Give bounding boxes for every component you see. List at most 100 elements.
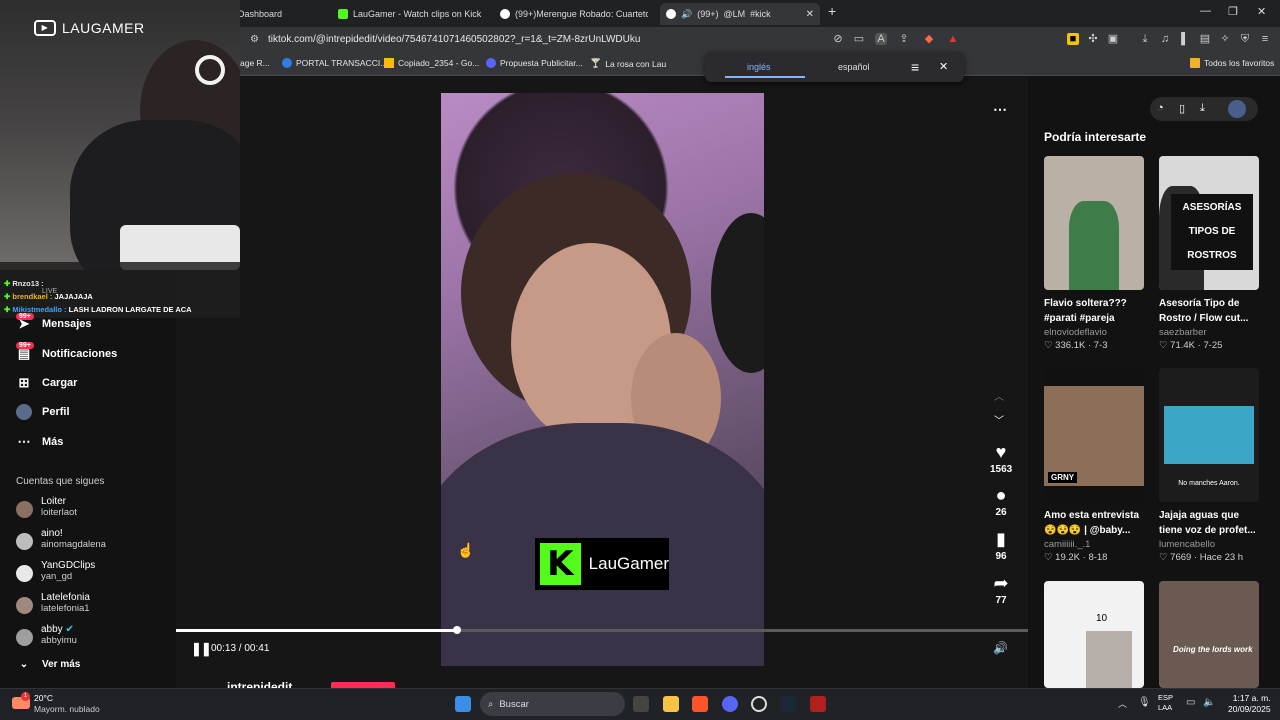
recommend-title: Podría interesarte [1044, 130, 1147, 144]
bookmark-label: PORTAL TRANSACCI... [296, 58, 388, 68]
sidebar-toggle-icon[interactable]: ▌ [1179, 33, 1191, 45]
heart-outline-icon: ♡ [1159, 552, 1168, 563]
card-author: elnoviodeflavio [1044, 327, 1107, 338]
new-tab-button[interactable]: + [828, 3, 836, 19]
nav-messages[interactable]: ➤ Mensajes [16, 316, 92, 332]
recommend-card[interactable]: No manches Aaron. Jajaja aguas que tiene… [1159, 368, 1259, 563]
like-button[interactable]: ♥ 1563 [990, 442, 1012, 475]
tab-merengue[interactable]: (99+)Merengue Robado: Cuarteto Co [500, 3, 648, 25]
bookmark-item[interactable]: PORTAL TRANSACCI... [282, 58, 387, 68]
chevron-down-icon: ⌄ [19, 659, 29, 670]
following-item[interactable]: Loiter loiterlaot [16, 496, 77, 518]
profile-avatar[interactable] [1228, 100, 1246, 118]
see-more-button[interactable]: ⌄ Ver más [16, 659, 81, 670]
following-item[interactable]: aino! ainomagdalena [16, 528, 106, 550]
task-view-icon[interactable] [633, 696, 649, 712]
close-tab-icon[interactable]: ✕ [806, 9, 814, 20]
site-settings-icon[interactable]: ⚙ [250, 34, 259, 45]
close-icon[interactable]: ✕ [939, 60, 948, 73]
file-explorer-icon[interactable] [663, 696, 679, 712]
recommend-card[interactable]: Doing the lords work [1159, 581, 1259, 688]
card-date: 7-3 [1093, 340, 1108, 351]
obs-icon[interactable] [751, 696, 767, 712]
following-item[interactable]: abby ✔ abbyimu [16, 624, 77, 646]
brave-browser-icon[interactable] [692, 696, 708, 712]
pause-icon[interactable]: ❚❚ [191, 641, 212, 657]
vpn-icon[interactable]: ⛨ [1239, 33, 1251, 45]
windows-start-icon[interactable] [455, 696, 471, 712]
share-icon[interactable]: ⇪ [898, 33, 910, 45]
tray-overflow-icon[interactable]: ︿ [1118, 697, 1127, 710]
nav-label: Perfil [42, 406, 70, 418]
steam-icon[interactable] [780, 696, 796, 712]
thumb-caption: 10 [1096, 613, 1108, 624]
following-handle: ainomagdalena [41, 539, 106, 550]
following-item[interactable]: Latelefonia latelefonia1 [16, 592, 90, 614]
music-icon[interactable]: ♫ [1159, 33, 1171, 45]
url-text[interactable]: tiktok.com/@intrepidedit/video/754674107… [268, 34, 640, 45]
media-off-icon[interactable]: ⊘ [832, 33, 844, 45]
chat-user: Rnzo13 : [12, 279, 44, 288]
recommend-card[interactable]: ASESORÍAS TIPOS DE ROSTROS Asesoría Tipo… [1159, 156, 1259, 351]
recommend-card[interactable]: 10 [1044, 581, 1144, 688]
puzzle-icon[interactable]: ✣ [1087, 33, 1099, 45]
weather-widget[interactable]: 20°C Mayorm. nublado [34, 693, 100, 715]
download-icon[interactable]: ⤓ [1139, 33, 1151, 45]
bookmark-item[interactable]: age R... [240, 58, 270, 68]
thumb-caption: ASESORÍAS TIPOS DE ROSTROS [1171, 194, 1253, 270]
network-icon[interactable]: ▭ [1186, 697, 1195, 708]
extension-icon[interactable]: ■ [1067, 33, 1079, 45]
thumb-figure-shape [1086, 631, 1132, 688]
close-window-button[interactable]: ✕ [1257, 5, 1266, 18]
nav-upload[interactable]: ⊞ Cargar [16, 375, 78, 391]
leo-ai-icon[interactable]: ✧ [1219, 33, 1231, 45]
volume-icon[interactable]: 🔊 [993, 641, 1008, 655]
nav-profile[interactable]: Perfil [16, 404, 70, 420]
taskbar-clock[interactable]: 1:17 a. m. 20/09/2025 [1228, 693, 1271, 715]
timer-icon[interactable]: ◔ [1157, 102, 1164, 114]
all-bookmarks[interactable]: Todos los favoritos [1190, 58, 1274, 68]
download-icon[interactable]: ⤓ [1200, 102, 1205, 115]
translate-lang-source[interactable]: inglés [747, 62, 771, 72]
previous-video-icon[interactable]: ︿ [994, 388, 1004, 403]
translate-menu-icon[interactable]: ≡ [911, 59, 919, 75]
weather-badge: 1 [21, 692, 30, 701]
microphone-icon[interactable]: 🎙 [1138, 697, 1151, 708]
translate-lang-target[interactable]: español [838, 62, 870, 72]
save-button[interactable]: ▮ 96 [990, 529, 1012, 562]
recommend-card[interactable]: Flavio soltera??? #parati #pareja elnovi… [1044, 156, 1144, 351]
input-language[interactable]: ESP LAA [1158, 693, 1173, 713]
cast-icon[interactable]: ▭ [853, 33, 865, 45]
nav-more[interactable]: ⋯ Más [16, 434, 64, 450]
heart-icon: ♥ [995, 442, 1007, 462]
progress-fill [176, 629, 458, 632]
tab-laugamer-kick[interactable]: LauGamer - Watch clips on Kick [338, 3, 486, 25]
wallet-icon[interactable]: ▤ [1199, 33, 1211, 45]
maximize-button[interactable]: ❐ [1228, 5, 1238, 18]
menu-icon[interactable]: ≡ [1259, 33, 1271, 45]
share-button[interactable]: ➦ 77 [990, 573, 1012, 606]
speaker-icon[interactable]: 🔈 [1203, 697, 1215, 708]
bookmark-item[interactable]: 🍸 La rosa con Lau [590, 58, 666, 69]
recommend-card[interactable]: GRNY Amo esta entrevista 😵😵😵 | @baby... … [1044, 368, 1144, 563]
dota-icon[interactable] [810, 696, 826, 712]
minimize-button[interactable]: — [1200, 5, 1211, 17]
bookmark-item[interactable]: Propuesta Publicitar... [486, 58, 583, 68]
discord-icon[interactable] [722, 696, 738, 712]
bookmark-item[interactable]: Copiado_2354 - Go... [384, 58, 479, 68]
tab-tiktok-active[interactable]: 🔊 (99+) @LM #kick ✕ [660, 3, 820, 25]
brave-shield-icon[interactable]: ◆ [923, 33, 935, 45]
card-author: lumencabello [1159, 539, 1215, 550]
screenshot-icon[interactable]: ▣ [1107, 33, 1119, 45]
next-video-icon[interactable]: ﹀ [994, 412, 1004, 427]
brave-rewards-icon[interactable]: ▲ [947, 33, 959, 45]
more-options-icon[interactable]: ⋯ [993, 101, 1007, 118]
comment-button[interactable]: ● 26 [990, 485, 1012, 518]
device-icon[interactable]: ▯ [1179, 102, 1185, 115]
tab-dashboard[interactable]: Dashboard [238, 3, 328, 25]
translate-icon[interactable]: A [875, 33, 887, 45]
weather-temp: 20°C [34, 693, 53, 703]
following-item[interactable]: YanGDClips yan_gd [16, 560, 95, 582]
thumb-caption: Doing the lords work [1173, 645, 1253, 654]
taskbar-search[interactable]: ⌕ Buscar [480, 692, 625, 716]
